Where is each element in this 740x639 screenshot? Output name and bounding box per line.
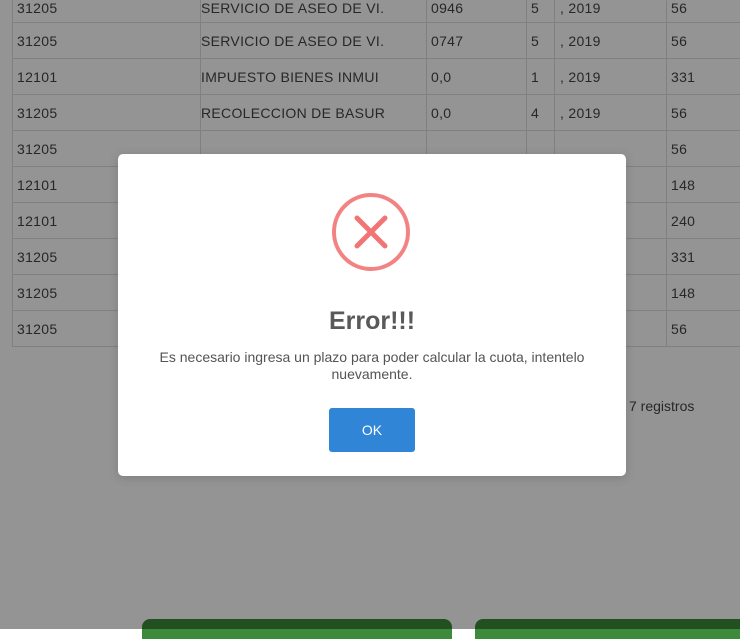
error-x-icon (331, 192, 411, 272)
error-dialog: Error!!! Es necesario ingresa un plazo p… (118, 154, 626, 476)
ok-button[interactable]: OK (329, 408, 415, 452)
dialog-title: Error!!! (118, 307, 626, 336)
dialog-message: Es necesario ingresa un plazo para poder… (148, 349, 596, 383)
